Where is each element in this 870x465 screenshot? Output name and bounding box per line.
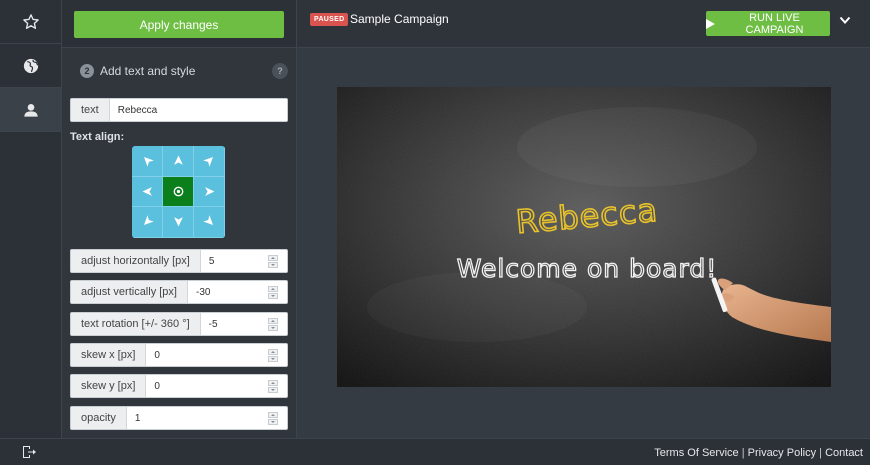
text-rotation-input[interactable] (200, 313, 267, 335)
align-top-left[interactable] (132, 146, 163, 177)
align-bottom-center[interactable] (163, 207, 194, 238)
text-align-grid (132, 146, 225, 238)
number-stepper[interactable] (267, 281, 279, 303)
skew-x-input[interactable] (146, 344, 267, 366)
text-input[interactable] (109, 99, 287, 121)
number-stepper[interactable] (267, 313, 279, 335)
help-icon[interactable]: ? (272, 63, 288, 79)
number-stepper[interactable] (267, 344, 279, 366)
run-live-campaign-button[interactable]: RUN LIVE CAMPAIGN (706, 11, 830, 36)
arrow-up-icon (173, 155, 183, 166)
align-center[interactable] (163, 176, 194, 208)
field-label: opacity (71, 407, 127, 429)
number-stepper[interactable] (267, 375, 279, 397)
apply-changes-button[interactable]: Apply changes (74, 11, 284, 38)
status-badge: PAUSED (310, 13, 349, 26)
skew-y-input[interactable] (146, 375, 267, 397)
align-top-center[interactable] (163, 146, 194, 177)
arrow-right-icon (204, 186, 214, 196)
icon-rail (0, 0, 62, 438)
field-label: adjust horizontally [px] (71, 250, 201, 272)
campaign-preview: Rebecca Welcome on board! (337, 87, 831, 387)
footer-links: Terms Of Service | Privacy Policy | Cont… (654, 447, 863, 459)
play-icon (706, 18, 715, 29)
footer: Terms Of Service | Privacy Policy | Cont… (0, 438, 870, 465)
preview-message-text: Welcome on board! (457, 254, 718, 283)
user-icon (23, 103, 38, 117)
rail-user-button[interactable] (0, 88, 61, 132)
number-stepper[interactable] (267, 407, 279, 429)
adjust-vertical-field: adjust vertically [px] (70, 280, 288, 304)
settings-panel: Apply changes 2 Add text and style ? tex… (62, 0, 297, 438)
terms-link[interactable]: Terms Of Service (654, 447, 738, 459)
target-icon (173, 186, 183, 197)
text-field-label: text (71, 99, 110, 121)
arrow-up-right-icon (202, 157, 213, 168)
campaign-header: PAUSED Sample Campaign RUN LIVE CAMPAIGN (297, 0, 870, 48)
field-label: skew y [px] (71, 375, 147, 397)
globe-icon (23, 58, 38, 73)
adjust-vertical-input[interactable] (187, 281, 267, 303)
opacity-field: opacity (70, 406, 288, 430)
align-bottom-right[interactable] (194, 207, 225, 238)
logout-icon[interactable] (22, 445, 36, 459)
number-stepper[interactable] (267, 250, 279, 272)
field-label: text rotation [+/- 360 °] (71, 313, 201, 335)
campaign-title: Sample Campaign (350, 12, 449, 26)
footer-separator: | (741, 447, 745, 459)
step-title: Add text and style (100, 64, 196, 78)
contact-link[interactable]: Contact (825, 447, 863, 459)
arrow-left-icon (142, 186, 152, 196)
text-field: text (70, 98, 288, 122)
chalkboard-image: Rebecca Welcome on board! (337, 87, 831, 387)
arrow-down-right-icon (202, 215, 213, 226)
arrow-down-icon (173, 217, 183, 227)
opacity-input[interactable] (126, 407, 267, 429)
field-label: skew x [px] (71, 344, 147, 366)
run-button-label: RUN LIVE CAMPAIGN (745, 11, 804, 36)
star-icon (22, 13, 39, 29)
footer-separator: | (819, 447, 823, 459)
rail-globe-button[interactable] (0, 44, 61, 88)
field-label: adjust vertically [px] (71, 281, 188, 303)
adjust-horizontal-field: adjust horizontally [px] (70, 249, 288, 273)
align-middle-right[interactable] (194, 176, 225, 208)
text-align-label: Text align: (70, 131, 125, 143)
align-bottom-left[interactable] (132, 207, 163, 238)
privacy-link[interactable]: Privacy Policy (748, 447, 816, 459)
step-number-badge: 2 (80, 64, 94, 78)
chevron-down-icon[interactable] (839, 16, 851, 25)
adjust-horizontal-input[interactable] (200, 250, 267, 272)
skew-y-field: skew y [px] (70, 374, 288, 398)
skew-x-field: skew x [px] (70, 343, 288, 367)
arrow-down-left-icon (143, 215, 154, 226)
align-top-right[interactable] (194, 146, 225, 177)
text-rotation-field: text rotation [+/- 360 °] (70, 312, 288, 336)
align-middle-left[interactable] (132, 176, 163, 208)
step-header: 2 Add text and style (80, 64, 195, 78)
rail-favorites-button[interactable] (0, 0, 61, 44)
arrow-up-left-icon (143, 157, 154, 168)
